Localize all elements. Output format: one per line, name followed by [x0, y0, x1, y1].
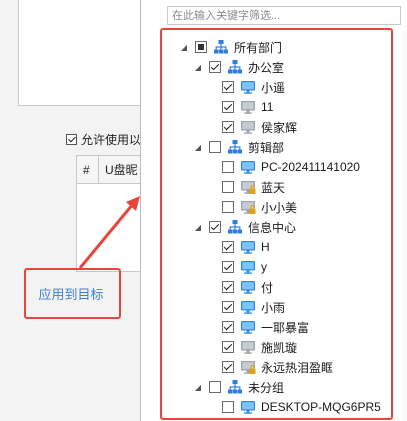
tree-node-label[interactable]: 蓝天	[261, 179, 285, 196]
tree-checkbox[interactable]	[222, 401, 234, 413]
tree-scrollbar[interactable]	[402, 30, 407, 421]
computer-online-icon	[240, 399, 256, 415]
tree-checkbox[interactable]	[222, 341, 234, 353]
computer-online-icon	[240, 319, 256, 335]
computer-online-icon	[240, 259, 256, 275]
tree-dept-row[interactable]: ◢ 剪辑部	[141, 137, 407, 157]
collapse-triangle-icon[interactable]: ◢	[192, 381, 204, 393]
tree-computer-row[interactable]: 11	[141, 97, 407, 117]
udisk-table: # U盘昵	[76, 155, 147, 272]
tree-computer-row[interactable]: 小雨	[141, 297, 407, 317]
collapse-triangle-icon[interactable]: ◢	[192, 141, 204, 153]
tree-checkbox[interactable]	[222, 361, 234, 373]
computer-online-icon	[240, 159, 256, 175]
column-header-index[interactable]: #	[77, 156, 99, 183]
allow-use-checkbox-row[interactable]: 允许使用以	[66, 131, 141, 147]
apply-to-target-button[interactable]: 应用到目标	[24, 268, 118, 318]
tree-node-label[interactable]: 小小美	[261, 199, 297, 216]
tree-node-label[interactable]: H	[261, 240, 270, 254]
tree-node-label[interactable]: 办公室	[248, 59, 284, 76]
computer-locked-icon	[240, 179, 256, 195]
computer-offline-icon	[240, 339, 256, 355]
computer-online-icon	[240, 279, 256, 295]
tree-checkbox[interactable]	[222, 201, 234, 213]
department-icon	[213, 39, 229, 55]
department-icon	[227, 59, 243, 75]
tree-computer-row[interactable]: 施凯璇	[141, 337, 407, 357]
collapse-triangle-icon[interactable]: ◢	[178, 41, 190, 53]
tree-dept-row[interactable]: ◢ 信息中心	[141, 217, 407, 237]
computer-online-icon	[240, 79, 256, 95]
tree-checkbox[interactable]	[209, 61, 221, 73]
computer-locked-icon	[240, 199, 256, 215]
tree-checkbox[interactable]	[222, 81, 234, 93]
tree-node-label[interactable]: 施凯璇	[261, 339, 297, 356]
collapse-triangle-icon[interactable]: ◢	[192, 61, 204, 73]
tree-computer-row[interactable]: 侯家辉	[141, 117, 407, 137]
computer-offline-icon	[240, 119, 256, 135]
computer-offline-icon	[240, 99, 256, 115]
tree-checkbox[interactable]	[209, 221, 221, 233]
tree-node-label[interactable]: 付	[261, 279, 273, 296]
tree-checkbox[interactable]	[195, 41, 207, 53]
department-icon	[227, 139, 243, 155]
tree-computer-row[interactable]: DESKTOP-MQG6PR5	[141, 397, 407, 417]
computer-online-icon	[240, 299, 256, 315]
tree-dept-row[interactable]: ◢ 所有部门	[141, 37, 407, 57]
tree-node-label[interactable]: 所有部门	[234, 39, 282, 56]
tree-checkbox[interactable]	[209, 381, 221, 393]
tree-checkbox[interactable]	[222, 281, 234, 293]
tree-computer-row[interactable]: 小遥	[141, 77, 407, 97]
computer-locked-icon	[240, 359, 256, 375]
filter-search-input[interactable]	[167, 6, 401, 25]
collapse-triangle-icon[interactable]: ◢	[192, 221, 204, 233]
background-window: 允许使用以 # U盘昵 应用到目标	[0, 0, 147, 421]
tree-dept-row[interactable]: ◢ 未分组	[141, 377, 407, 397]
tree-node-label[interactable]: y	[261, 260, 267, 274]
tree-checkbox[interactable]	[222, 121, 234, 133]
department-tree-dropdown: ◢ 所有部门◢ 办公室 小遥 11 侯家辉◢ 剪辑部 PC-2024111410…	[140, 0, 407, 421]
tree-computer-row[interactable]: 小小美	[141, 197, 407, 217]
tree-checkbox[interactable]	[222, 301, 234, 313]
department-tree: ◢ 所有部门 ◢ 办公室 小遥 11 侯家辉 ◢ 剪辑部 PC-2024111410…	[141, 37, 407, 417]
tree-computer-row[interactable]: PC-202411141020	[141, 157, 407, 177]
tree-node-label[interactable]: 永远热泪盈眶	[261, 359, 333, 376]
tree-checkbox[interactable]	[222, 241, 234, 253]
tree-node-label[interactable]: 小遥	[261, 79, 285, 96]
tree-node-label[interactable]: 小雨	[261, 299, 285, 316]
tree-computer-row[interactable]: 一耶暴富	[141, 317, 407, 337]
tree-computer-row[interactable]: 永远热泪盈眶	[141, 357, 407, 377]
tree-checkbox[interactable]	[222, 181, 234, 193]
department-icon	[227, 379, 243, 395]
tree-computer-row[interactable]: 付	[141, 277, 407, 297]
tree-checkbox[interactable]	[222, 101, 234, 113]
allow-use-label: 允许使用以	[81, 132, 142, 147]
tree-checkbox[interactable]	[222, 261, 234, 273]
tree-node-label[interactable]: 11	[261, 100, 273, 114]
udisk-table-header: # U盘昵	[77, 156, 147, 184]
background-panel	[18, 0, 142, 106]
tree-node-label[interactable]: PC-202411141020	[261, 160, 360, 174]
tree-node-label[interactable]: 剪辑部	[248, 139, 284, 156]
allow-use-checkbox[interactable]	[66, 133, 77, 145]
tree-node-label[interactable]: 侯家辉	[261, 119, 297, 136]
department-icon	[227, 219, 243, 235]
tree-checkbox[interactable]	[209, 141, 221, 153]
tree-node-label[interactable]: 未分组	[248, 379, 284, 396]
tree-checkbox[interactable]	[222, 161, 234, 173]
tree-computer-row[interactable]: y	[141, 257, 407, 277]
tree-checkbox[interactable]	[222, 321, 234, 333]
tree-node-label[interactable]: DESKTOP-MQG6PR5	[261, 400, 381, 414]
tree-node-label[interactable]: 信息中心	[248, 219, 296, 236]
tree-dept-row[interactable]: ◢ 办公室	[141, 57, 407, 77]
computer-online-icon	[240, 239, 256, 255]
tree-computer-row[interactable]: H	[141, 237, 407, 257]
tree-node-label[interactable]: 一耶暴富	[261, 319, 309, 336]
tree-computer-row[interactable]: 蓝天	[141, 177, 407, 197]
